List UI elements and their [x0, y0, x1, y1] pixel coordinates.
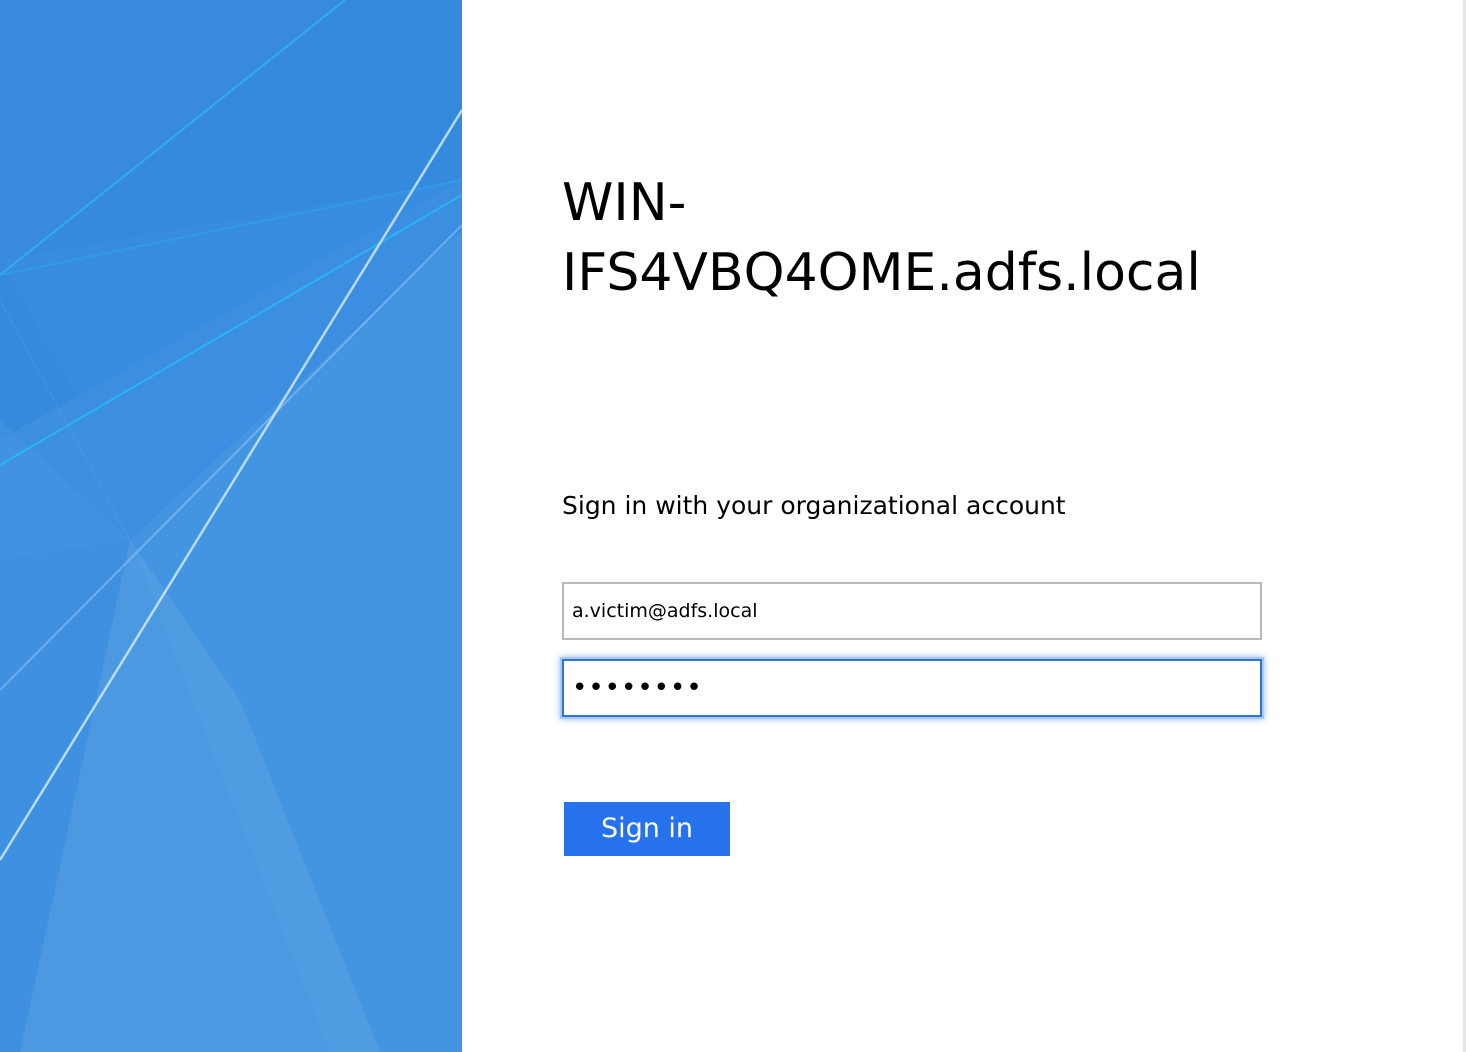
background-graphic: [0, 0, 462, 1052]
server-title-line-1: WIN-: [562, 173, 687, 233]
server-title-line-2: IFS4VBQ4OME.adfs.local: [562, 243, 1201, 303]
sign-in-prompt: Sign in with your organizational account: [562, 491, 1066, 520]
adfs-sign-in-page: WIN- IFS4VBQ4OME.adfs.local Sign in with…: [0, 0, 1466, 1052]
username-input[interactable]: [562, 582, 1262, 640]
server-title: WIN- IFS4VBQ4OME.adfs.local: [562, 168, 1322, 308]
password-input[interactable]: [562, 659, 1262, 717]
sign-in-button[interactable]: Sign in: [564, 802, 730, 856]
illustration-panel: [0, 0, 462, 1052]
